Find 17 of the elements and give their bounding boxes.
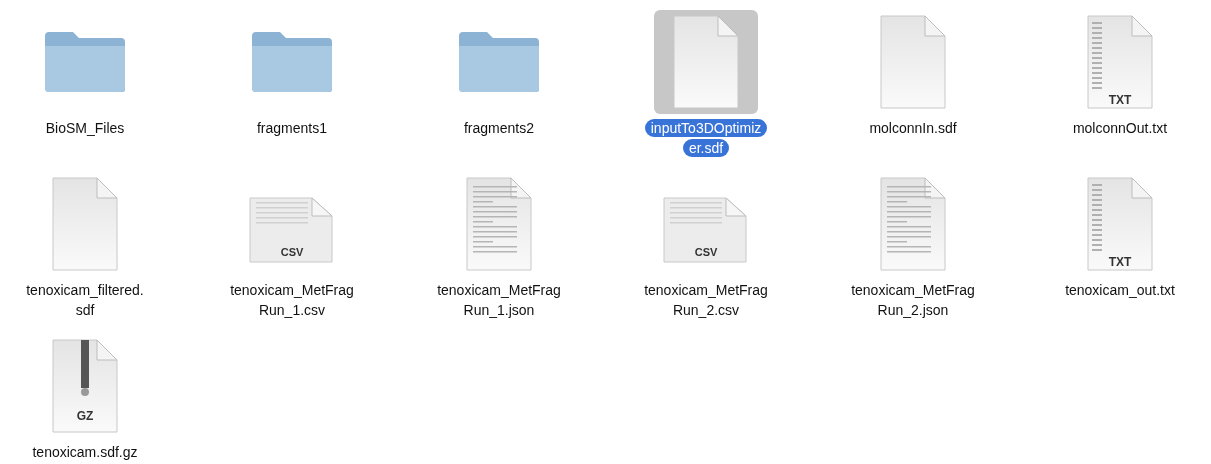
file-name[interactable]: tenoxicam.sdf.gz xyxy=(26,442,144,462)
file-name[interactable]: molconnIn.sdf xyxy=(863,118,963,138)
file-name[interactable]: tenoxicam_MetFrag Run_1.json xyxy=(431,280,567,320)
file-name[interactable]: inputTo3DOptimiz er.sdf xyxy=(644,118,768,158)
file-name[interactable]: tenoxicam_filtered. sdf xyxy=(20,280,150,320)
file-name[interactable]: tenoxicam_MetFrag Run_1.csv xyxy=(224,280,360,320)
folder-icon xyxy=(250,30,334,94)
file-name[interactable]: fragments1 xyxy=(250,118,333,138)
file-name[interactable]: BioSM_Files xyxy=(39,118,131,138)
file-name[interactable]: tenoxicam_MetFrag Run_2.csv xyxy=(638,280,774,320)
file-name[interactable]: tenoxicam_MetFrag Run_2.json xyxy=(845,280,981,320)
folder-icon xyxy=(43,30,127,94)
file-name[interactable]: tenoxicam_out.txt xyxy=(1059,280,1181,300)
file-name[interactable]: fragments2 xyxy=(457,118,540,138)
folder-icon xyxy=(457,30,541,94)
selection-highlight[interactable] xyxy=(654,10,758,114)
file-name[interactable]: molconnOut.txt xyxy=(1066,118,1174,138)
